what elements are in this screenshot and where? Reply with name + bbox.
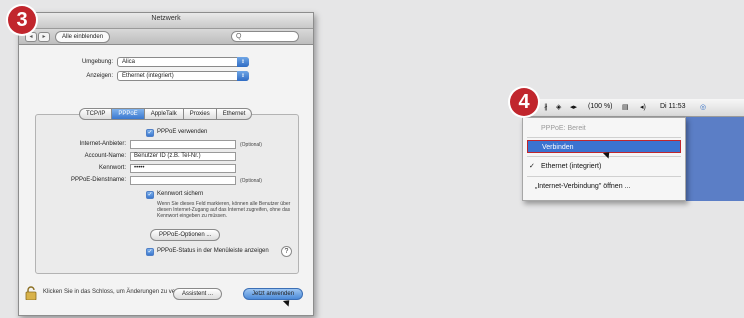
provider-label: Internet-Anbieter: — [79, 141, 126, 147]
battery-percent: (100 %) — [588, 103, 613, 110]
show-label: Anzeigen: — [86, 73, 113, 79]
show-popup[interactable]: Ethernet (integriert) ⇕ — [117, 71, 249, 81]
display-icon[interactable]: ▤ — [622, 103, 629, 111]
show-all-button[interactable]: Alle einblenden — [55, 31, 111, 43]
menu-separator — [527, 137, 681, 138]
tab-pppoe[interactable]: PPPoE — [112, 108, 145, 120]
apply-now-button[interactable]: Jetzt anwenden — [243, 288, 304, 300]
tab-proxies[interactable]: Proxies — [183, 108, 217, 120]
window-title: Netzwerk — [151, 15, 181, 22]
lock-icon[interactable] — [25, 286, 37, 300]
step-3-badge: 3 — [8, 6, 36, 34]
provider-optional: (Optional) — [240, 142, 262, 148]
location-popup[interactable]: Alica ⇕ — [117, 57, 249, 67]
location-label: Umgebung: — [81, 59, 113, 65]
password-field[interactable]: ••••• — [130, 164, 236, 173]
menu-item-status: PPPoE: Bereit — [541, 125, 586, 132]
menu-separator — [527, 156, 681, 157]
service-field[interactable] — [130, 176, 236, 185]
popup-arrows-icon: ⇕ — [237, 57, 249, 67]
tab-tcpip[interactable]: TCP/IP — [79, 108, 113, 120]
service-label: PPPoE-Dienstname: — [70, 177, 126, 183]
forward-button[interactable]: ▸ — [38, 32, 50, 42]
show-value: Ethernet (integriert) — [122, 73, 174, 79]
search-icon: Q — [236, 33, 242, 40]
back-button[interactable]: ◂ — [25, 32, 37, 42]
menu-separator — [527, 176, 681, 177]
help-button[interactable]: ? — [281, 246, 292, 257]
provider-field[interactable] — [130, 140, 236, 149]
pppoe-status-icon[interactable]: ∦ — [544, 103, 548, 111]
spotlight-icon[interactable]: ◎ — [700, 103, 706, 111]
location-value: Alica — [122, 59, 136, 65]
save-password-note: Wenn Sie dieses Feld markieren, können a… — [157, 201, 291, 219]
pppoe-panel: ✓ PPPoE verwenden Internet-Anbieter: (Op… — [35, 114, 299, 274]
title-bar: Netzwerk — [19, 13, 313, 29]
save-password-checkbox[interactable]: ✓ — [146, 191, 154, 199]
account-field[interactable]: Benutzer ID (z.B. Tel-Nr.) — [130, 152, 236, 161]
network-preferences-window: Netzwerk ◂ ▸ Alle einblenden Q Umgebung:… — [18, 12, 314, 316]
menu-item-ethernet[interactable]: ✓ Ethernet (integriert) — [527, 160, 681, 173]
wifi-icon[interactable]: ◈ — [556, 103, 561, 111]
tab-ethernet[interactable]: Ethernet — [216, 108, 253, 120]
save-password-label: Kennwort sichern — [157, 191, 204, 197]
search-field[interactable]: Q — [231, 31, 299, 42]
account-label: Account-Name: — [84, 153, 126, 159]
step-4-badge: 4 — [510, 88, 538, 116]
popup-arrows-icon: ⇕ — [237, 71, 249, 81]
use-pppoe-checkbox[interactable]: ✓ — [146, 129, 154, 137]
desktop-background — [686, 117, 744, 201]
clock[interactable]: Di 11:53 — [660, 103, 686, 110]
show-status-checkbox[interactable]: ✓ — [146, 248, 154, 256]
password-label: Kennwort: — [98, 165, 126, 171]
menu-item-open-internet-connect[interactable]: „Internet-Verbindung" öffnen ... — [527, 180, 681, 193]
pppoe-options-button[interactable]: PPPoE-Optionen ... — [150, 229, 221, 241]
tab-bar: TCP/IP PPPoE AppleTalk Proxies Ethernet — [79, 108, 253, 120]
checkmark-icon: ✓ — [529, 163, 535, 170]
toolbar: ◂ ▸ Alle einblenden Q — [19, 29, 313, 45]
menu-bar: ∦ ◈ ◂▸ (100 %) ▤ ◂) Di 11:53 ◎ — [522, 99, 744, 117]
battery-icon[interactable]: ◂▸ — [570, 103, 577, 111]
volume-icon[interactable]: ◂) — [640, 103, 646, 111]
assistant-button[interactable]: Assistent ... — [173, 288, 223, 300]
tab-appletalk[interactable]: AppleTalk — [144, 108, 184, 120]
menu-item-ethernet-label: Ethernet (integriert) — [541, 163, 602, 170]
show-status-label: PPPoE-Status in der Menüleiste anzeigen — [157, 248, 269, 254]
pppoe-menu: PPPoE: Bereit Verbinden ✓ Ethernet (inte… — [522, 117, 686, 201]
use-pppoe-label: PPPoE verwenden — [157, 129, 208, 135]
service-optional: (Optional) — [240, 178, 262, 184]
